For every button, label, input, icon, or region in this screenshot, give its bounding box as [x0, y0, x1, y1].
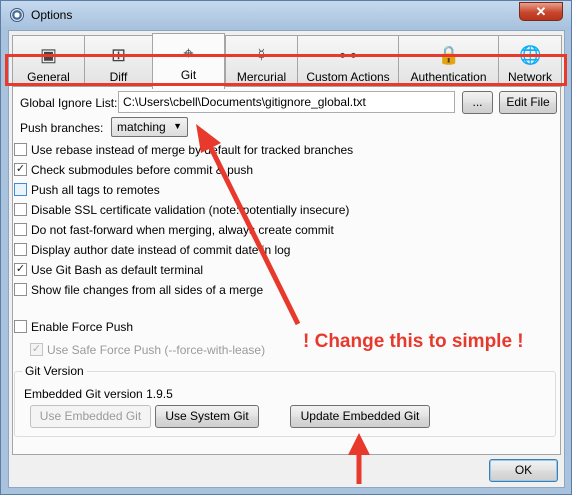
- tab-label: Authentication: [410, 70, 487, 84]
- push-branches-label: Push branches:: [20, 121, 104, 135]
- use-system-git-button[interactable]: Use System Git: [155, 405, 259, 428]
- embedded-git-version: Embedded Git version 1.9.5: [24, 387, 173, 401]
- option-label: Use Git Bash as default terminal: [31, 263, 204, 277]
- globe-icon: 🌐: [519, 45, 542, 65]
- option-label: Enable Force Push: [31, 320, 134, 334]
- switch-icon: ▣: [39, 45, 57, 65]
- window-title: Options: [31, 8, 73, 22]
- diff-icon: ⊞: [110, 45, 127, 65]
- option-label: Show file changes from all sides of a me…: [31, 283, 264, 297]
- edit-file-button[interactable]: Edit File: [499, 91, 557, 114]
- option-label: Push all tags to remotes: [31, 183, 160, 197]
- option-label: Use Safe Force Push (--force-with-lease): [47, 343, 266, 357]
- tab-strip: ▣ General ⊞ Diff ⌖ Git ☿ Mercurial ⊶ Cus…: [12, 33, 562, 89]
- mercurial-icon: ☿: [254, 45, 269, 65]
- option-label: Do not fast-forward when merging, always…: [31, 223, 334, 237]
- push-branches-dropdown[interactable]: matching ▼: [111, 117, 188, 137]
- tab-general[interactable]: ▣ General: [12, 35, 85, 87]
- tab-custom-actions[interactable]: ⊶ Custom Actions: [297, 35, 399, 87]
- title-bar[interactable]: Options ✕: [1, 1, 571, 29]
- lock-icon: 🔒: [437, 45, 460, 65]
- option-label: Display author date instead of commit da…: [31, 243, 291, 257]
- tab-label: Git: [180, 68, 197, 82]
- git-icon: ⌖: [183, 43, 194, 63]
- global-ignore-row: Global Ignore List: ... Edit File: [16, 89, 557, 117]
- tab-label: Custom Actions: [306, 70, 390, 84]
- annotation-text: ! Change this to simple !: [303, 331, 524, 352]
- flowchart-icon: ⊶: [339, 45, 357, 65]
- browse-button[interactable]: ...: [462, 91, 493, 114]
- global-ignore-label: Global Ignore List:: [20, 96, 118, 110]
- tab-network[interactable]: 🌐 Network: [498, 35, 562, 87]
- close-button[interactable]: ✕: [519, 2, 563, 21]
- global-ignore-input[interactable]: [118, 91, 455, 113]
- tab-git[interactable]: ⌖ Git: [152, 33, 225, 89]
- option-label: Use rebase instead of merge by default f…: [31, 143, 354, 157]
- checkbox[interactable]: ✓: [14, 263, 27, 276]
- option-label: Disable SSL certificate validation (note…: [31, 203, 350, 217]
- tab-label: Diff: [109, 70, 128, 84]
- checkbox: ✓: [30, 343, 43, 356]
- checkbox[interactable]: [14, 143, 27, 156]
- option-label: Check submodules before commit & push: [31, 163, 254, 177]
- push-branches-value: matching: [117, 120, 166, 134]
- checkbox[interactable]: [14, 320, 27, 333]
- checkbox[interactable]: ✓: [14, 163, 27, 176]
- checkbox[interactable]: [14, 223, 27, 236]
- git-version-group-title: Git Version: [22, 364, 87, 378]
- tab-label: General: [27, 70, 70, 84]
- tab-label: Network: [507, 70, 552, 84]
- ok-button[interactable]: OK: [489, 459, 558, 482]
- tab-diff[interactable]: ⊞ Diff: [84, 35, 153, 87]
- checkbox[interactable]: [14, 283, 27, 296]
- checkbox[interactable]: [14, 183, 27, 196]
- checkbox[interactable]: [14, 203, 27, 216]
- tab-mercurial[interactable]: ☿ Mercurial: [225, 35, 298, 87]
- tab-authentication[interactable]: 🔒 Authentication: [398, 35, 499, 87]
- checkbox[interactable]: [14, 243, 27, 256]
- tab-label: Mercurial: [236, 70, 287, 84]
- update-embedded-git-button[interactable]: Update Embedded Git: [290, 405, 430, 428]
- use-embedded-git-button: Use Embedded Git: [30, 405, 151, 428]
- chevron-down-icon: ▼: [173, 121, 182, 131]
- app-icon: [10, 8, 24, 22]
